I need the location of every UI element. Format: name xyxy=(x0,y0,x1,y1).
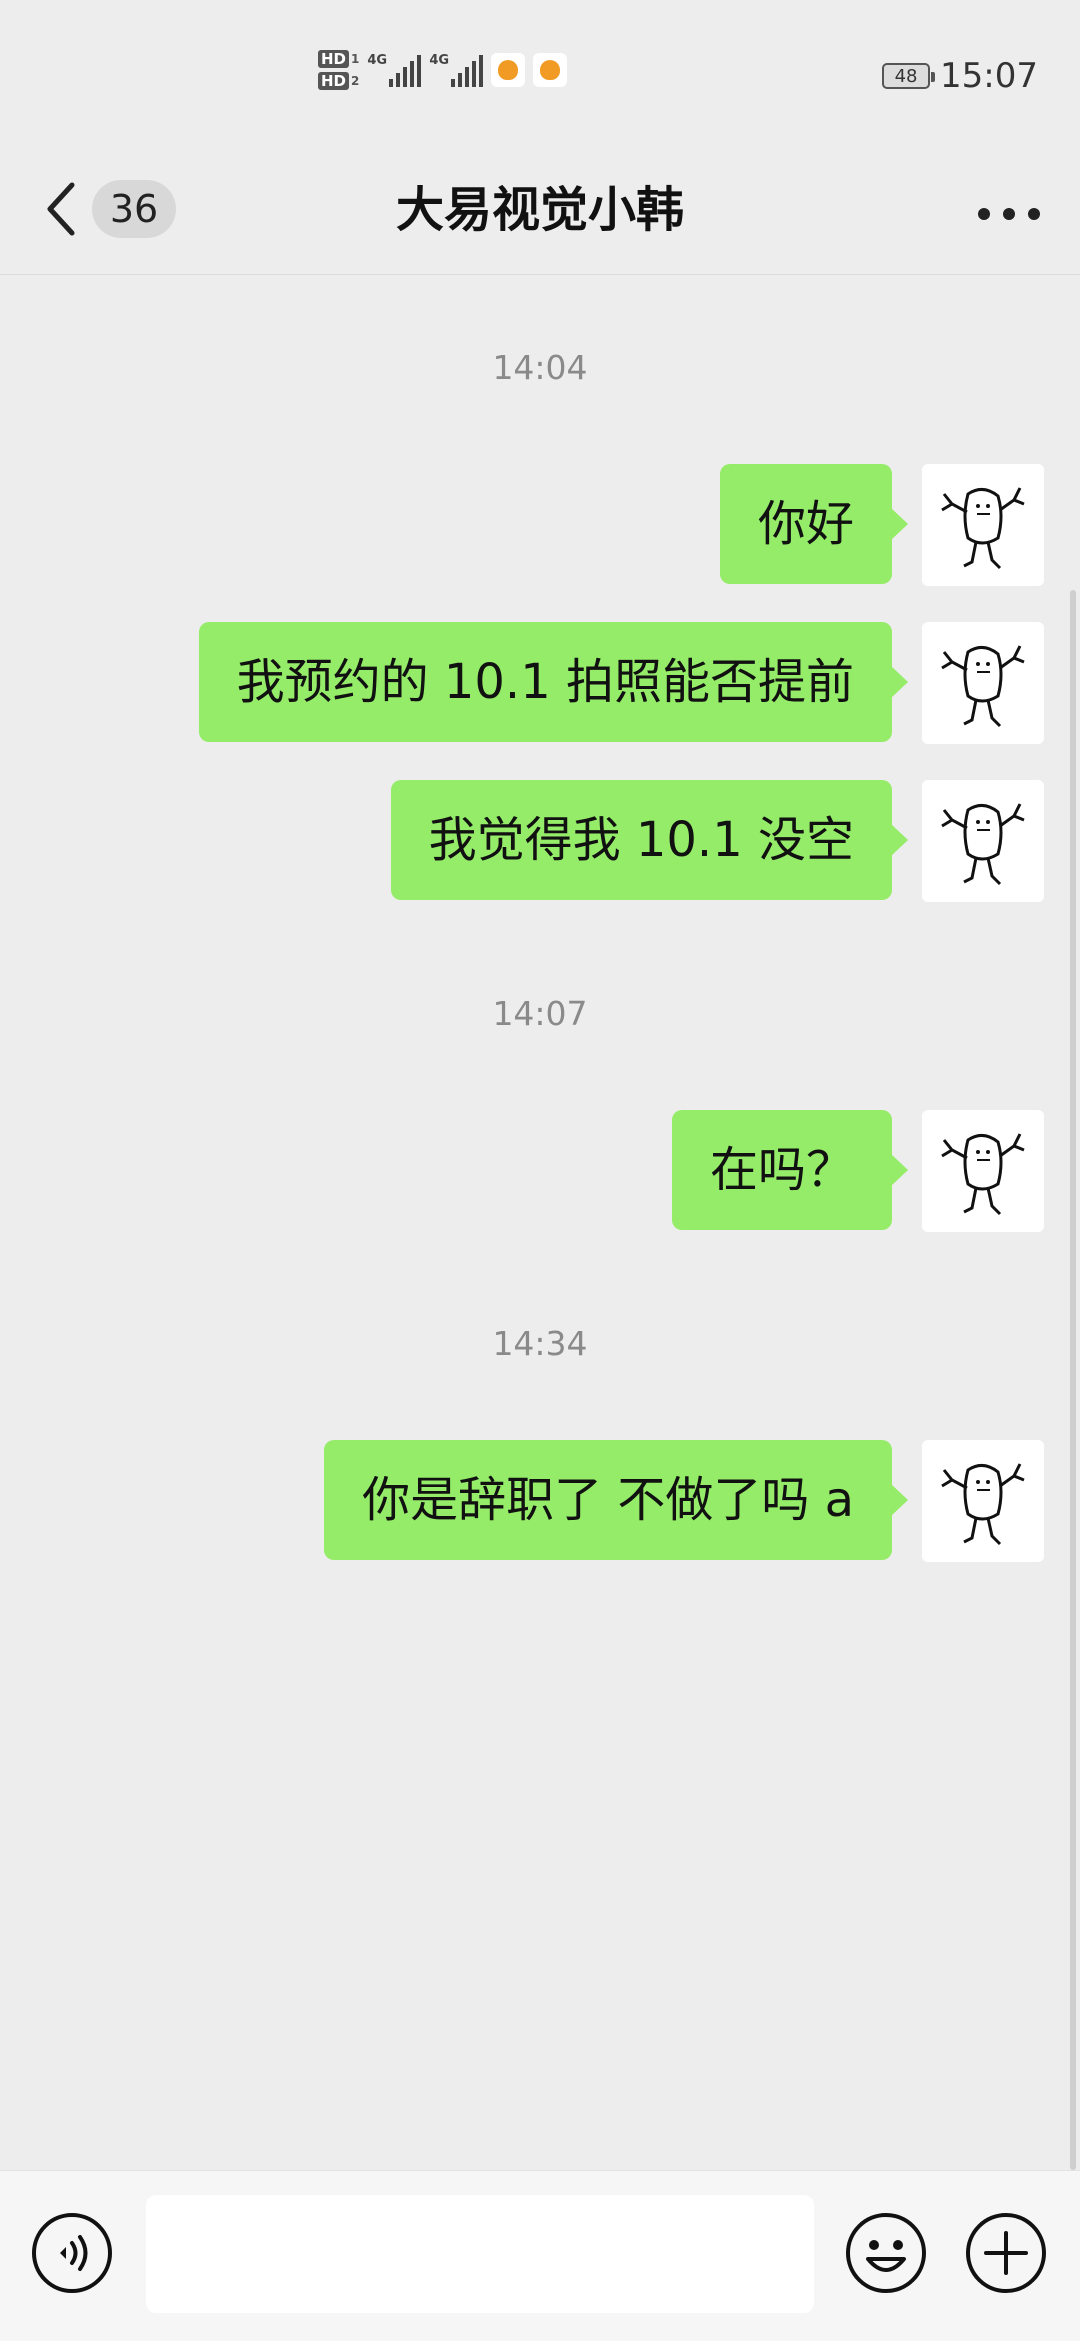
status-indicators: HD 1 HD 2 4G 4G xyxy=(318,50,568,90)
avatar-doodle-icon xyxy=(941,645,1025,728)
message-input[interactable] xyxy=(146,2195,814,2313)
more-button[interactable] xyxy=(974,184,1044,244)
avatar-doodle-icon xyxy=(941,803,1025,886)
more-dots-icon xyxy=(978,208,1040,220)
avatar[interactable] xyxy=(922,780,1044,902)
clock: 15:07 xyxy=(940,56,1038,96)
chat-header: 36 大易视觉小韩 xyxy=(0,150,1080,275)
message-bubble[interactable]: 你是辞职了 不做了吗 a xyxy=(324,1440,908,1560)
hd-badges: HD 1 HD 2 xyxy=(318,50,359,90)
input-bar xyxy=(0,2170,1080,2341)
avatar-doodle-icon xyxy=(941,487,1025,570)
message-row: 在吗？ xyxy=(671,1110,1044,1232)
timestamp: 14:07 xyxy=(492,994,588,1033)
plus-button[interactable] xyxy=(964,2211,1048,2295)
plus-icon xyxy=(966,2213,1046,2293)
message-row: 我觉得我 10.1 没空 xyxy=(390,780,1044,902)
notification-app-icon xyxy=(491,53,526,87)
battery-icon: 48 xyxy=(882,63,936,89)
emoji-button[interactable] xyxy=(844,2211,928,2295)
scrollbar[interactable] xyxy=(1070,590,1076,2170)
signal-1-icon: 4G xyxy=(367,53,422,87)
message-bubble[interactable]: 我预约的 10.1 拍照能否提前 xyxy=(198,622,909,742)
status-bar: HD 1 HD 2 4G 4G 48 15:07 xyxy=(0,0,1080,150)
avatar-doodle-icon xyxy=(941,1133,1025,1216)
message-row: 你好 xyxy=(719,464,1044,586)
message-bubble[interactable]: 你好 xyxy=(719,464,909,584)
avatar-doodle-icon xyxy=(941,1463,1025,1546)
message-bubble[interactable]: 在吗？ xyxy=(671,1110,909,1230)
avatar[interactable] xyxy=(922,1110,1044,1232)
avatar[interactable] xyxy=(922,622,1044,744)
hd-badge-2: HD 2 xyxy=(318,72,359,90)
voice-icon xyxy=(32,2213,112,2293)
avatar[interactable] xyxy=(922,1440,1044,1562)
timestamp: 14:34 xyxy=(492,1324,588,1363)
page-title: 大易视觉小韩 xyxy=(395,182,684,238)
hd-badge-1: HD 1 xyxy=(318,50,359,68)
battery-level: 48 xyxy=(894,65,918,87)
message-bubble[interactable]: 我觉得我 10.1 没空 xyxy=(390,780,909,900)
voice-button[interactable] xyxy=(30,2211,114,2295)
message-row: 你是辞职了 不做了吗 a xyxy=(324,1440,1044,1562)
status-right: 48 15:07 xyxy=(882,56,1038,96)
avatar[interactable] xyxy=(922,464,1044,586)
signal-2-icon: 4G xyxy=(429,53,484,87)
notification-app-icon xyxy=(533,53,568,87)
message-row: 我预约的 10.1 拍照能否提前 xyxy=(198,622,1044,744)
timestamp: 14:04 xyxy=(492,348,588,387)
emoji-icon xyxy=(846,2213,926,2293)
